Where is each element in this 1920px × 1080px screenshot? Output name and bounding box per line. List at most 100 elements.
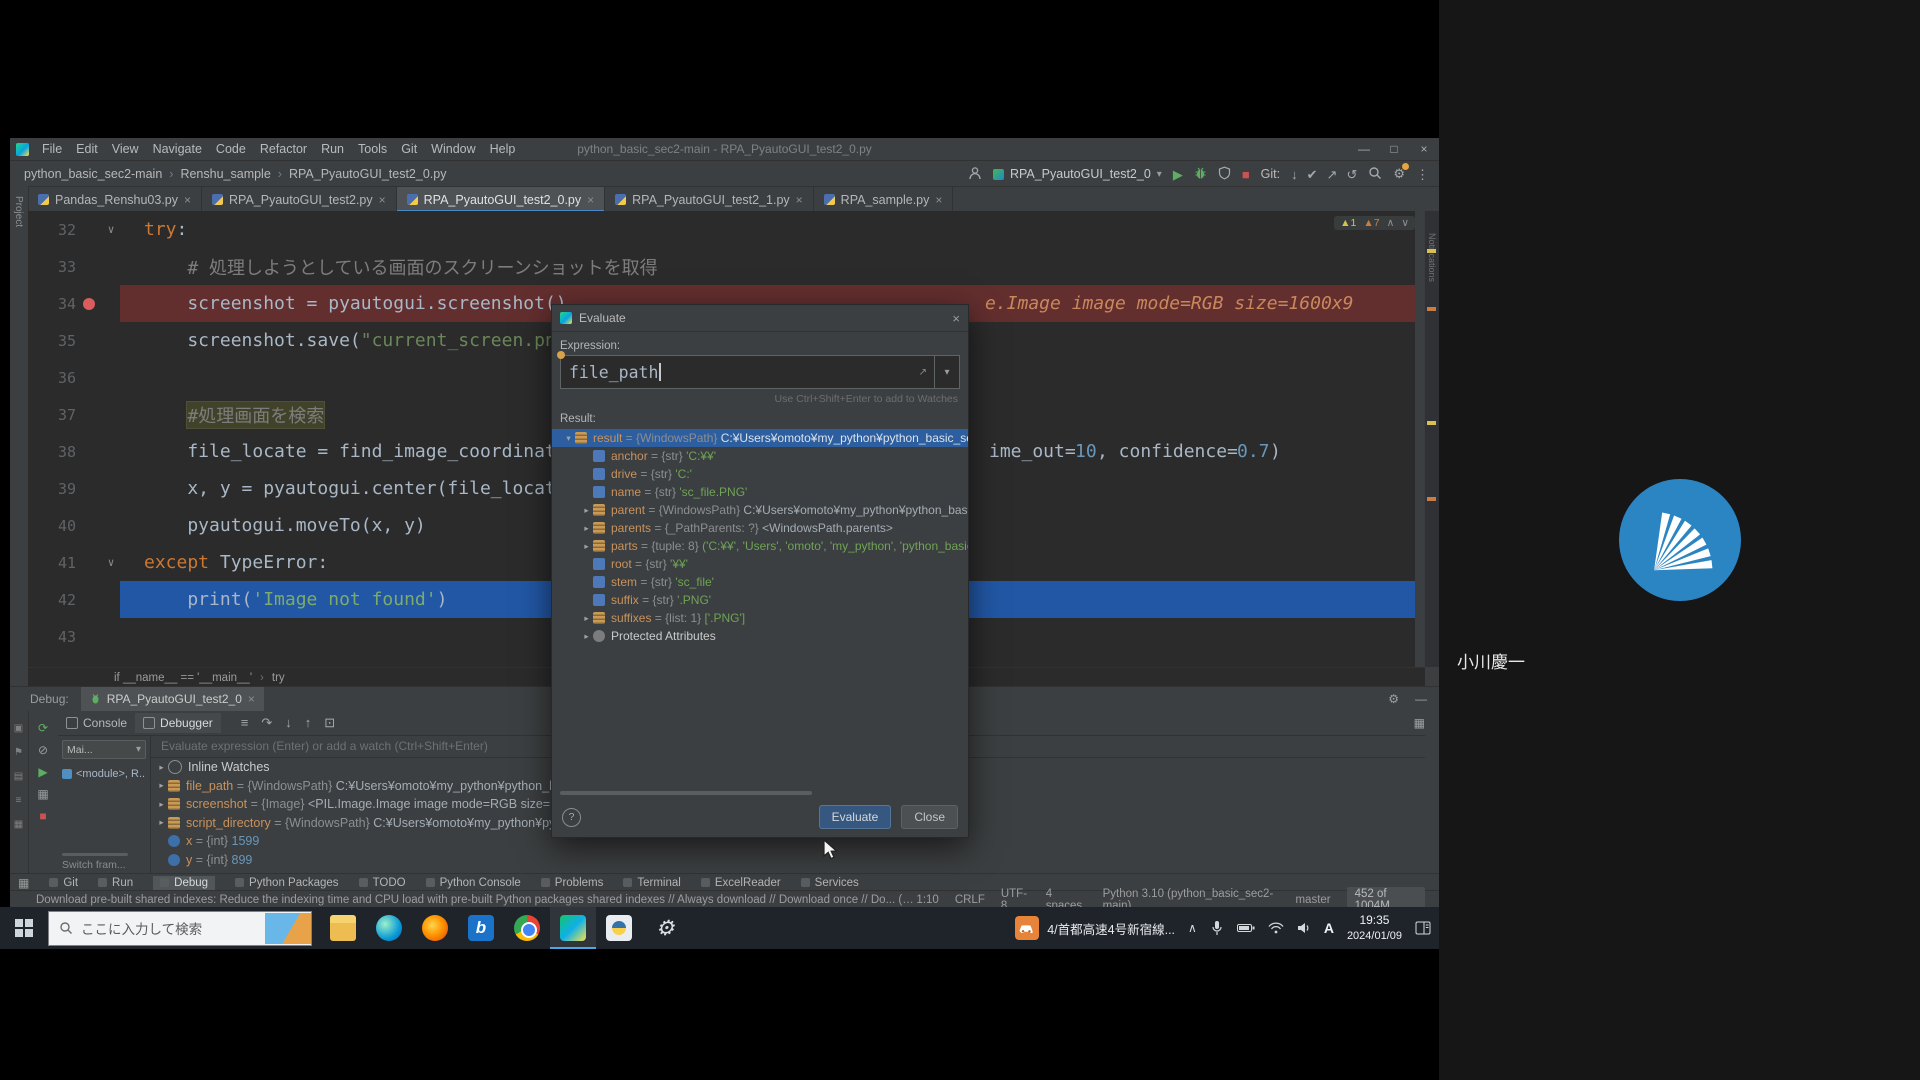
evaluate-button[interactable]: Evaluate <box>819 805 892 829</box>
stripe-tool-icon[interactable]: ≡ <box>16 795 22 806</box>
dialog-title-bar[interactable]: Evaluate × <box>552 305 968 332</box>
tree-row[interactable]: ▸ parents = {_PathParents: ?} <WindowsPa… <box>552 519 968 537</box>
status-widget[interactable]: 1:10 <box>916 894 938 906</box>
status-widget[interactable]: Python 3.10 (python_basic_sec2-main) <box>1103 888 1280 908</box>
settings-gear-icon[interactable]: ⚙ <box>1393 167 1405 181</box>
gutter-marker[interactable] <box>76 298 102 310</box>
breadcrumb-item[interactable]: › <box>278 167 282 181</box>
stripe-tool-icon[interactable]: ▤ <box>14 771 23 782</box>
taskbar-app-icon[interactable] <box>366 907 412 949</box>
microphone-icon[interactable] <box>1210 920 1224 936</box>
stripe-tool-icon[interactable]: ▦ <box>14 819 23 830</box>
debug-view-tab[interactable]: Debugger <box>135 713 221 733</box>
debug-button[interactable] <box>1194 166 1207 183</box>
fold-marker[interactable]: ∨ <box>102 556 120 569</box>
expression-input[interactable]: file_path ↗ ▾ <box>560 355 960 389</box>
window-control-button[interactable]: × <box>1409 142 1439 156</box>
editor-breadcrumb-item[interactable]: › <box>260 672 264 684</box>
status-widget[interactable]: 4 spaces <box>1046 888 1087 908</box>
status-message[interactable]: Download pre-built shared indexes: Reduc… <box>10 894 916 906</box>
participant-avatar[interactable] <box>1619 479 1741 601</box>
tool-window-button[interactable]: Debug <box>153 876 215 890</box>
error-stripe[interactable]: Notifications <box>1424 211 1439 667</box>
taskbar-app-icon[interactable] <box>320 907 366 949</box>
menu-item[interactable]: Window <box>424 140 482 158</box>
editor-breadcrumb-item[interactable]: if __name__ == '__main__' <box>114 672 252 684</box>
start-button[interactable] <box>0 907 48 949</box>
expander-icon[interactable]: ▸ <box>155 799 168 810</box>
tree-row[interactable]: ▸ suffixes = {list: 1} ['.PNG'] <box>552 609 968 627</box>
stripe-tool-icon[interactable]: ⚑ <box>14 747 23 758</box>
menu-item[interactable]: File <box>35 140 69 158</box>
breadcrumb-item[interactable]: RPA_PyautoGUI_test2_0.py <box>289 167 447 181</box>
expander-icon[interactable]: ▾ <box>562 433 575 444</box>
code-line[interactable]: 33 # 処理しようとしている画面のスクリーンショットを取得 <box>28 248 1415 285</box>
taskbar-app-icon[interactable] <box>458 907 504 949</box>
menu-item[interactable]: Refactor <box>253 140 314 158</box>
fold-marker[interactable]: ∨ <box>102 223 120 236</box>
expander-icon[interactable]: ▸ <box>155 780 168 791</box>
menu-item[interactable]: Help <box>483 140 523 158</box>
tab-close-icon[interactable]: × <box>935 193 942 207</box>
step-button-icon[interactable]: ≡ <box>241 715 249 731</box>
window-control-button[interactable]: □ <box>1379 142 1409 156</box>
tab-close-icon[interactable]: × <box>184 193 191 207</box>
taskbar-clock[interactable]: 19:35 2024/01/09 <box>1347 913 1402 943</box>
tool-window-button[interactable]: Services <box>801 876 859 890</box>
editor-tab[interactable]: RPA_PyautoGUI_test2_0.py × <box>397 187 606 212</box>
tool-window-button[interactable]: Git <box>49 876 78 890</box>
taskbar-app-icon[interactable] <box>642 907 688 949</box>
code-line[interactable]: 32 ∨ try: <box>28 211 1415 248</box>
git-action-icon[interactable]: ✔ <box>1307 168 1318 181</box>
inspection-count[interactable]: ∧ <box>1387 217 1395 229</box>
tree-row[interactable]: drive = {str} 'C:' <box>552 465 968 483</box>
breadcrumb-item[interactable]: Renshu_sample <box>180 167 270 181</box>
taskbar-app-icon[interactable] <box>504 907 550 949</box>
expander-icon[interactable]: ▸ <box>580 523 593 534</box>
menu-item[interactable]: Git <box>394 140 424 158</box>
menu-item[interactable]: Tools <box>351 140 394 158</box>
tab-close-icon[interactable]: × <box>379 193 386 207</box>
breadcrumb-item[interactable]: python_basic_sec2-main <box>24 167 162 181</box>
more-kebab-icon[interactable]: ⋮ <box>1416 168 1429 181</box>
hide-panel-icon[interactable]: — <box>1415 692 1427 706</box>
thread-selector[interactable]: Mai... ▾ <box>62 740 146 759</box>
debug-action-icon[interactable]: ⟳ <box>38 722 48 734</box>
tool-window-button[interactable]: Terminal <box>623 876 680 890</box>
stop-button[interactable]: ■ <box>1242 168 1250 181</box>
editor-tab[interactable]: RPA_PyautoGUI_test2.py × <box>202 187 397 212</box>
inspection-count[interactable]: ∨ <box>1401 217 1409 229</box>
tool-window-button[interactable]: Python Console <box>426 876 521 890</box>
expander-icon[interactable]: ▸ <box>580 613 593 624</box>
run-button[interactable]: ▶ <box>1173 168 1183 181</box>
taskbar-app-icon[interactable] <box>550 907 596 949</box>
menu-item[interactable]: Edit <box>69 140 105 158</box>
search-highlight-thumbnail[interactable] <box>265 913 311 944</box>
tree-row[interactable]: ▸ parent = {WindowsPath} C:¥Users¥omoto¥… <box>552 501 968 519</box>
tab-close-icon[interactable]: × <box>796 193 803 207</box>
menu-item[interactable]: Code <box>209 140 253 158</box>
step-button-icon[interactable]: ↷ <box>261 715 272 731</box>
status-widget[interactable]: UTF-8 <box>1001 888 1030 908</box>
tool-window-button[interactable]: TODO <box>359 876 406 890</box>
breadcrumb-item[interactable]: › <box>169 167 173 181</box>
horizontal-scrollbar[interactable] <box>560 791 812 795</box>
tab-close-icon[interactable]: × <box>587 193 594 207</box>
git-action-icon[interactable]: ↺ <box>1346 168 1357 181</box>
editor-tab[interactable]: Pandas_Renshu03.py × <box>28 187 202 212</box>
editor-breadcrumb-item[interactable]: try <box>272 672 285 684</box>
step-button-icon[interactable]: ↑ <box>305 715 312 731</box>
stack-frame-row[interactable]: <module>, R... <box>62 768 146 780</box>
tree-row[interactable]: ▾ result = {WindowsPath} C:¥Users¥omoto¥… <box>552 429 968 447</box>
tree-row[interactable]: name = {str} 'sc_file.PNG' <box>552 483 968 501</box>
menu-item[interactable]: Run <box>314 140 351 158</box>
git-action-icon[interactable]: ↗ <box>1327 168 1338 181</box>
inspection-count[interactable]: ▲7 <box>1363 217 1379 229</box>
expander-icon[interactable]: ▸ <box>580 631 593 642</box>
run-config-select[interactable]: RPA_PyautoGUI_test2_0 ▾ <box>993 167 1162 181</box>
tab-close-icon[interactable]: × <box>248 692 255 706</box>
step-button-icon[interactable]: ⊡ <box>324 715 335 731</box>
tool-window-button[interactable]: ExcelReader <box>701 876 781 890</box>
expand-editor-icon[interactable]: ↗ <box>919 367 927 378</box>
tree-row[interactable]: suffix = {str} '.PNG' <box>552 591 968 609</box>
